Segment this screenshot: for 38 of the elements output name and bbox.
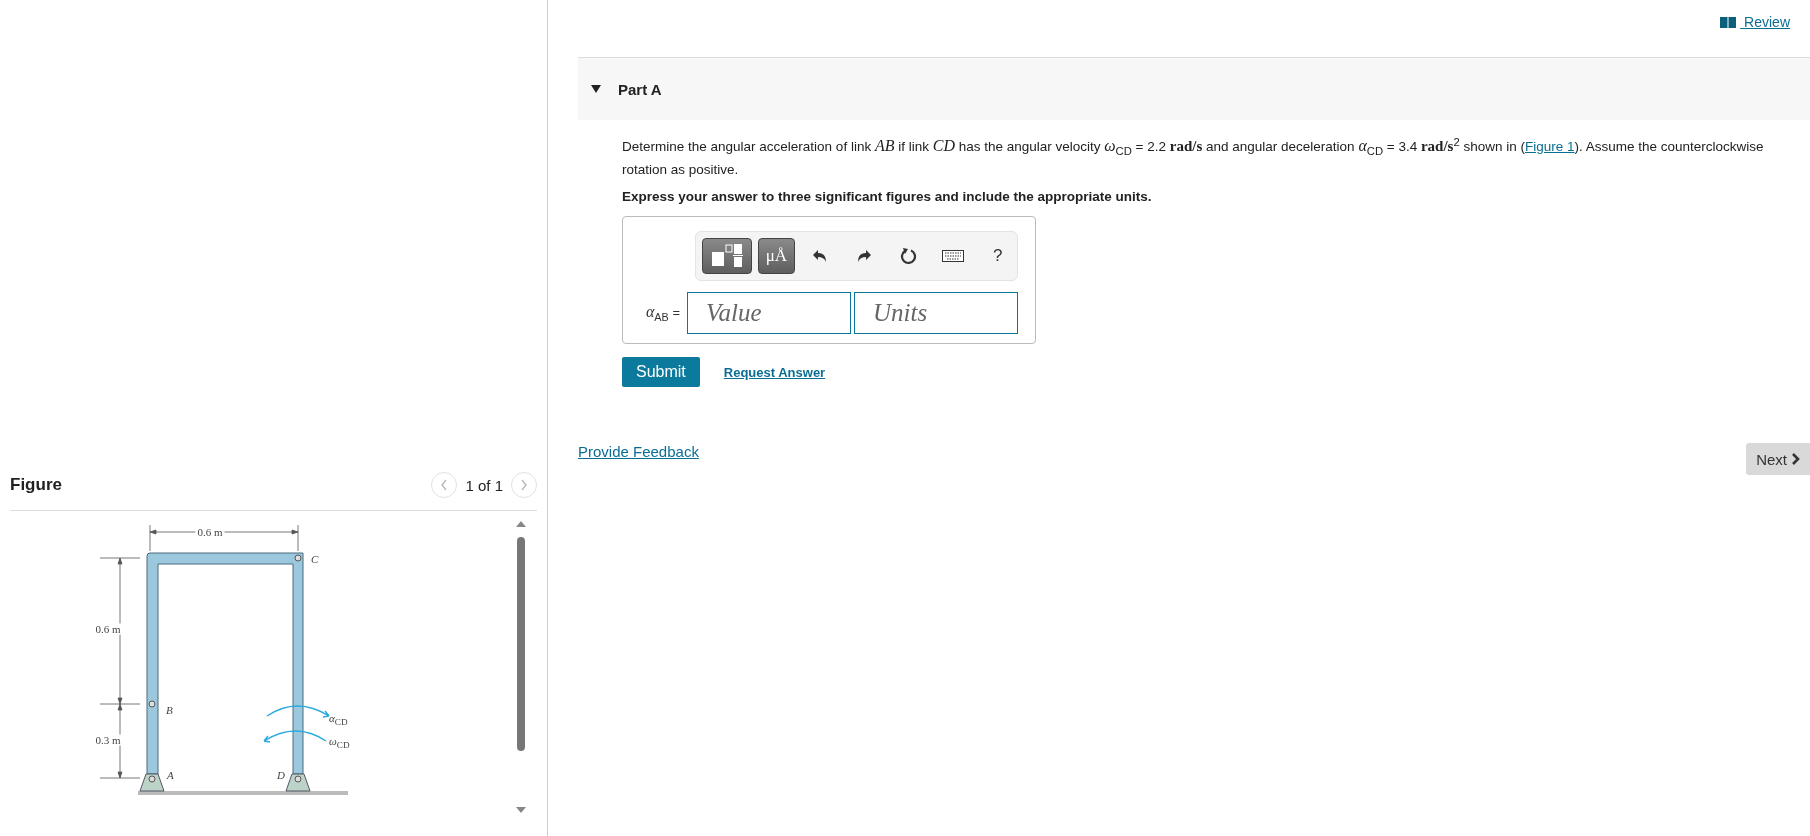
figure-label: C [311,553,319,565]
part-title: Part A [618,80,662,98]
keyboard-icon [942,250,965,263]
chevron-left-icon [440,479,449,491]
figure-label: α$_{CD}$ [329,712,348,728]
figure-label: ω$_{CD}$ [329,735,350,751]
page-counter: 1 of 1 [465,476,503,494]
figure-link[interactable]: Figure 1 [1525,138,1575,154]
book-icon [1720,16,1737,28]
figure-label: A [167,769,174,781]
redo-icon [856,249,873,264]
request-answer-link[interactable]: Request Answer [723,364,826,380]
figure-label: 0.6 m [195,526,225,538]
feedback-link[interactable]: Provide Feedback [578,443,699,460]
help-button[interactable]: ? [978,241,1018,272]
triangle-icon[interactable] [590,84,602,94]
next-button[interactable]: Next [1746,443,1810,475]
units-button[interactable]: μÅ [758,238,795,275]
figure-label: 0.6 m [93,623,123,635]
units-field[interactable]: Units [854,292,1018,335]
undo-icon [811,249,828,264]
chevron-right-icon [1791,453,1800,465]
reset-icon [899,247,918,266]
template-icon [710,243,745,270]
figure-label: 0.3 m [93,734,123,746]
figure-title: Figure [10,475,63,495]
value-field[interactable]: Value [687,292,851,335]
template-button[interactable] [702,238,753,275]
figure-label: B [166,704,173,716]
question-text: Determine the angular acceleration of link AB if link CD has the angular velocity ω$_{CD}$ = 2.2 rad/s and angular deceleration α$_{CD}$ = 3.4 rad/s$^{2}$ shown in (Figure 1). Assume the counterclockwise rotation as positive. [622,134,1765,180]
figure-label: D [277,769,285,781]
instruction-text: Express your answer to three significant figures and include the appropriate units. [622,189,1153,205]
curved-arrow [266,705,330,718]
chevron-right-icon [520,479,528,491]
curved-arrow [263,730,327,743]
review-link[interactable]: Review [1720,14,1790,30]
submit-button[interactable]: Submit [622,357,700,388]
answer-label: α$_{AB}$ = [644,303,681,323]
